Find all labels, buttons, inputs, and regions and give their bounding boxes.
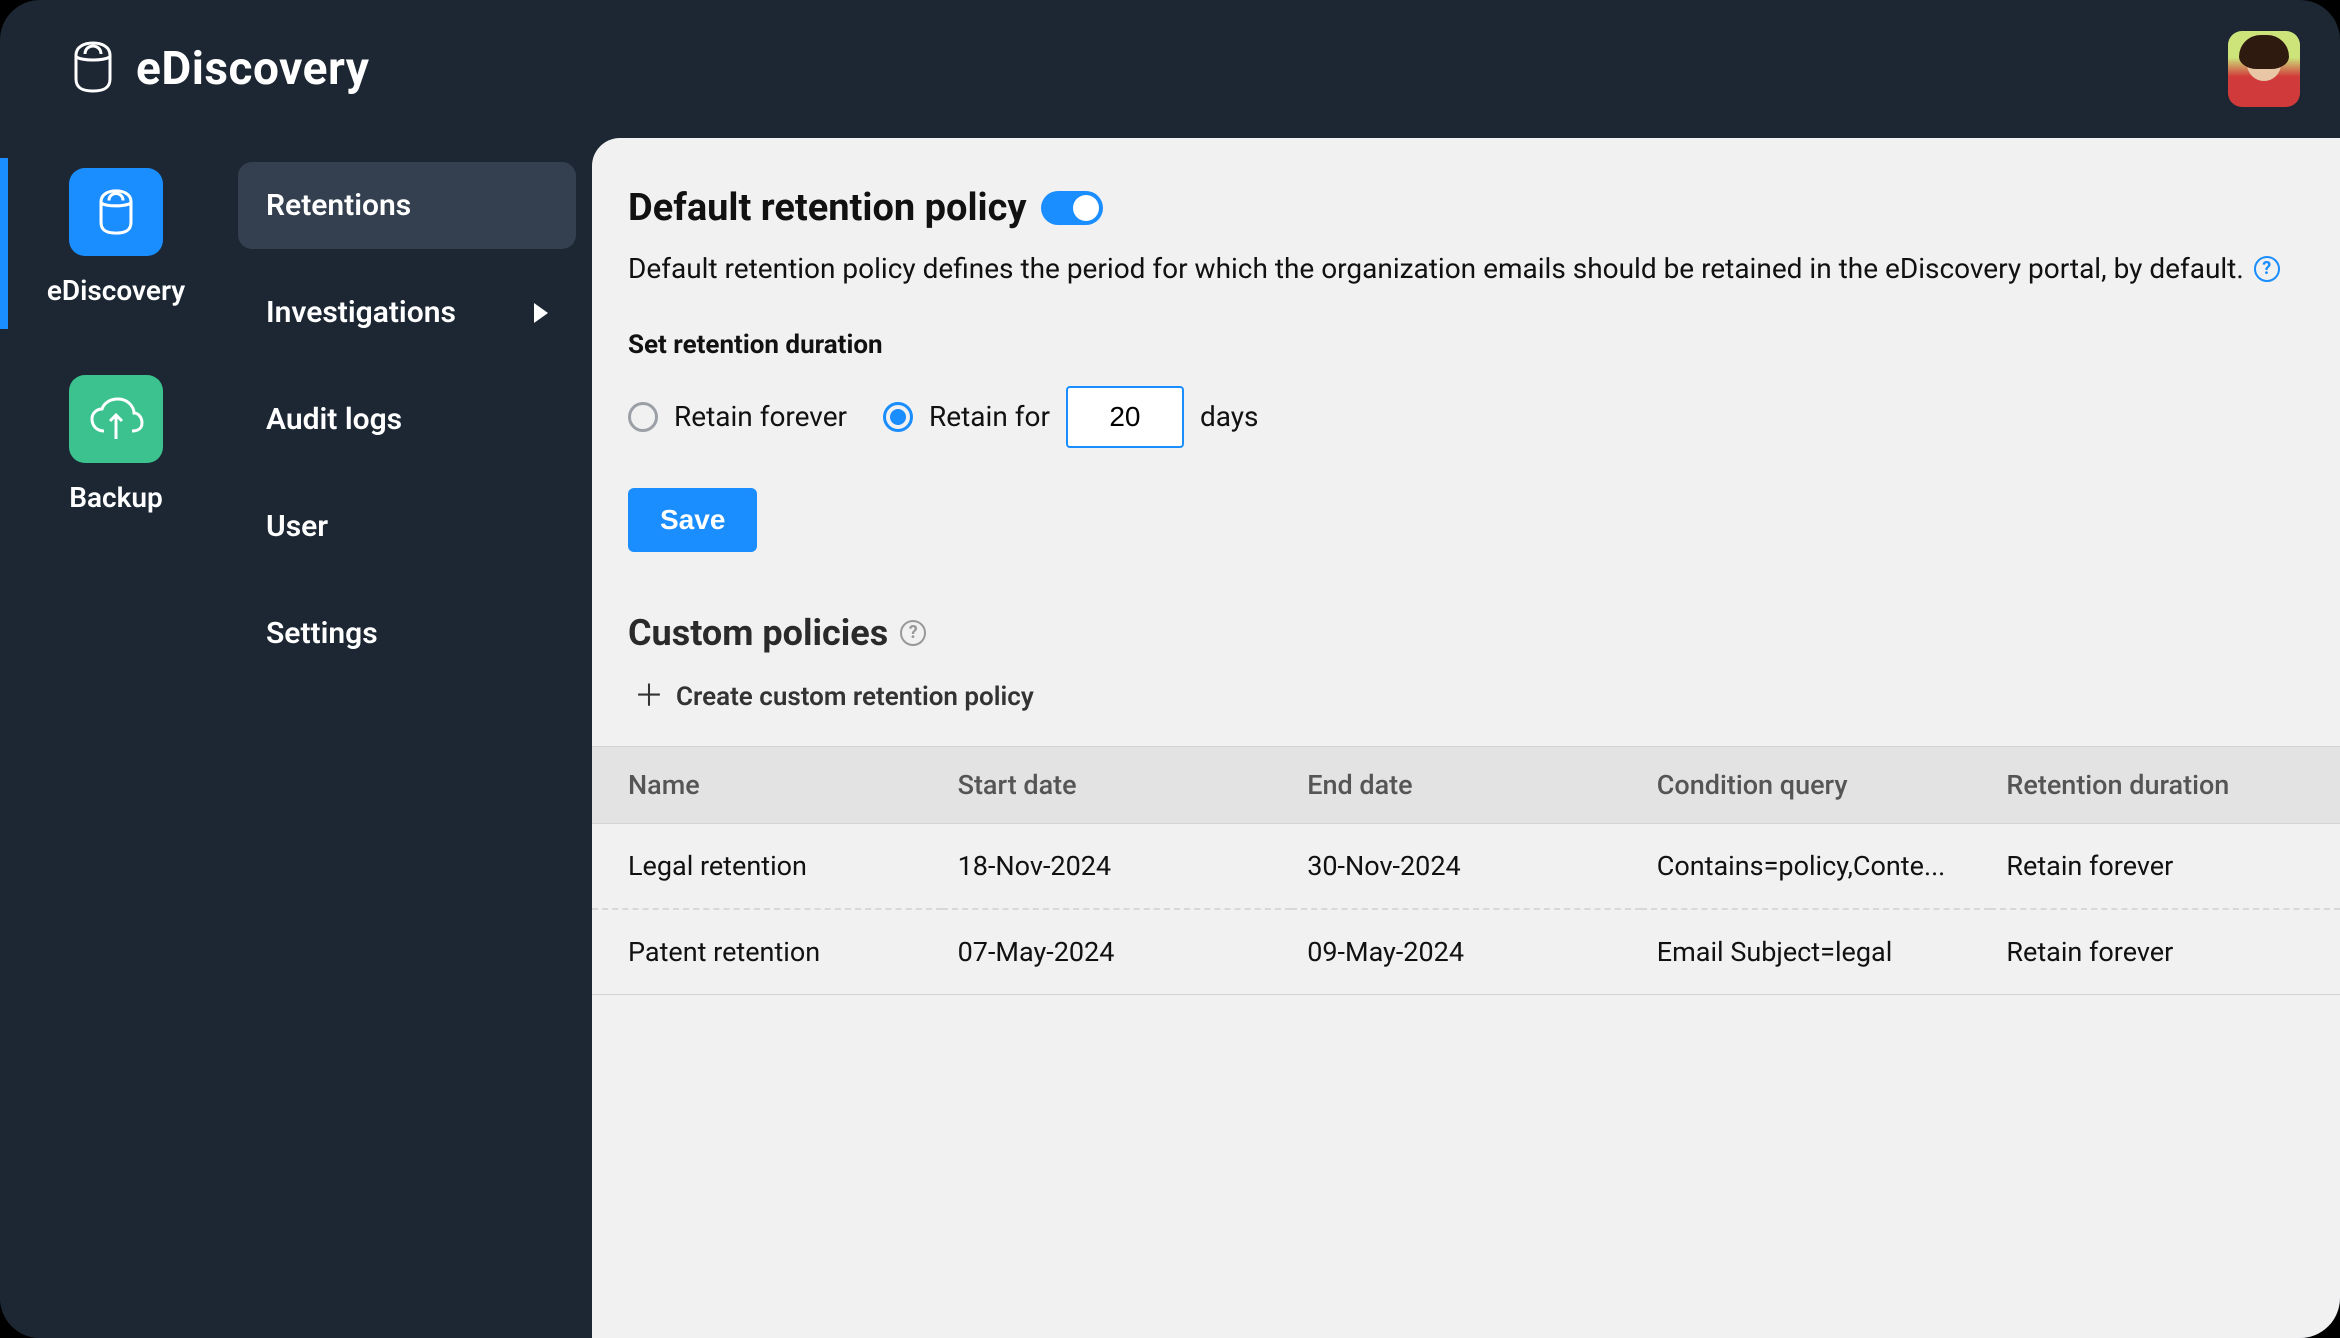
custom-policies-table: Name Start date End date Condition query…	[592, 746, 2340, 995]
page-title: Default retention policy	[628, 186, 1027, 230]
cell-end: 09-May-2024	[1291, 909, 1641, 995]
retain-for-radio[interactable]	[883, 402, 913, 432]
main-panel: Default retention policy Default retenti…	[592, 138, 2340, 1338]
col-end: End date	[1291, 746, 1641, 823]
cell-start: 18-Nov-2024	[942, 823, 1292, 909]
rail-item-ediscovery[interactable]: eDiscovery	[0, 162, 232, 317]
subnav-item-label: Retentions	[266, 188, 411, 223]
subnav-item-label: Settings	[266, 616, 378, 651]
set-duration-label: Set retention duration	[628, 330, 2286, 360]
subnav-item-retentions[interactable]: Retentions	[238, 162, 576, 249]
subnav-item-label: User	[266, 509, 328, 544]
col-condition: Condition query	[1641, 746, 1991, 823]
app-logo: eDiscovery	[68, 39, 369, 99]
cell-start: 07-May-2024	[942, 909, 1292, 995]
subnav-item-investigations[interactable]: Investigations	[238, 269, 576, 356]
col-duration: Retention duration	[1990, 746, 2340, 823]
plus-icon: ＋	[634, 682, 664, 712]
policy-enabled-toggle[interactable]	[1041, 191, 1103, 225]
cell-condition: Contains=policy,Conte...	[1641, 823, 1991, 909]
cloud-upload-icon	[69, 375, 163, 463]
subnav-item-label: Investigations	[266, 295, 456, 330]
save-button[interactable]: Save	[628, 488, 757, 552]
retain-forever-radio[interactable]	[628, 402, 658, 432]
help-icon[interactable]: ?	[2254, 256, 2280, 282]
cell-name: Patent retention	[592, 909, 942, 995]
bag-icon	[68, 39, 118, 99]
cell-end: 30-Nov-2024	[1291, 823, 1641, 909]
cell-duration: Retain forever	[1990, 909, 2340, 995]
col-start: Start date	[942, 746, 1292, 823]
help-icon[interactable]: ?	[900, 620, 926, 646]
subnav-item-audit-logs[interactable]: Audit logs	[238, 376, 576, 463]
subnav-item-user[interactable]: User	[238, 483, 576, 570]
subnav: Retentions Investigations Audit logs Use…	[232, 138, 592, 1338]
days-unit-label: days	[1200, 400, 1259, 433]
policy-description: Default retention policy defines the per…	[628, 250, 2244, 288]
bag-icon	[69, 168, 163, 256]
create-custom-label: Create custom retention policy	[676, 682, 1034, 712]
rail-item-label: eDiscovery	[47, 274, 185, 307]
rail-item-backup[interactable]: Backup	[0, 369, 232, 524]
topbar: eDiscovery	[0, 0, 2340, 138]
custom-policies-title: Custom policies	[628, 612, 888, 654]
subnav-item-settings[interactable]: Settings	[238, 590, 576, 677]
retain-for-label: Retain for	[929, 400, 1050, 433]
col-name: Name	[592, 746, 942, 823]
cell-name: Legal retention	[592, 823, 942, 909]
table-row[interactable]: Legal retention 18-Nov-2024 30-Nov-2024 …	[592, 823, 2340, 909]
retention-days-input[interactable]	[1066, 386, 1184, 448]
rail-nav: eDiscovery Backup	[0, 138, 232, 1338]
avatar[interactable]	[2228, 31, 2300, 107]
rail-item-label: Backup	[69, 481, 163, 514]
app-title: eDiscovery	[136, 42, 369, 96]
retain-forever-label: Retain forever	[674, 400, 847, 433]
cell-condition: Email Subject=legal	[1641, 909, 1991, 995]
chevron-right-icon	[534, 303, 548, 323]
cell-duration: Retain forever	[1990, 823, 2340, 909]
table-row[interactable]: Patent retention 07-May-2024 09-May-2024…	[592, 909, 2340, 995]
subnav-item-label: Audit logs	[266, 402, 402, 437]
create-custom-policy-button[interactable]: ＋ Create custom retention policy	[628, 682, 1034, 712]
